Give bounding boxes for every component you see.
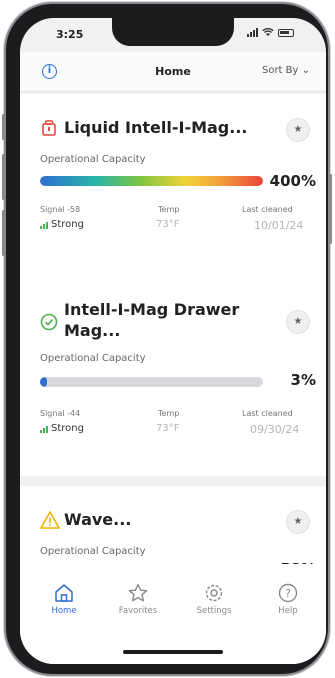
- capacity-bar-fill: [40, 176, 263, 186]
- signal-strength-text: Strong: [51, 423, 84, 434]
- last-cleaned-value: 10/01/24: [254, 219, 304, 232]
- tab-help[interactable]: ? Help: [258, 582, 318, 616]
- help-icon: ?: [278, 583, 298, 603]
- signal-strength-text: Strong: [51, 219, 84, 230]
- device-name: Wave...: [64, 510, 132, 529]
- device-name: Intell-I-Mag Drawer Mag...: [64, 300, 240, 340]
- svg-text:?: ?: [285, 587, 291, 600]
- battery-icon: [278, 28, 294, 37]
- power-button: [329, 174, 332, 244]
- capacity-label: Operational Capacity: [40, 353, 146, 364]
- temp-value: 73°F: [156, 423, 180, 434]
- bottom-tab-bar: Home Favorites Settings ? Help: [20, 564, 326, 664]
- temp-label: Temp: [158, 409, 180, 418]
- app-header: i Home Sort By ⌄: [20, 52, 326, 92]
- favorite-star-button[interactable]: ★: [286, 310, 310, 334]
- alert-icon: [42, 120, 56, 136]
- check-circle-icon: [40, 313, 58, 331]
- tab-home[interactable]: Home: [34, 582, 94, 616]
- warning-icon: [40, 511, 60, 529]
- device-name: Liquid Intell-I-Mag...: [64, 118, 248, 137]
- signal-label: Signal -44: [40, 409, 81, 418]
- temp-value: 73°F: [156, 219, 180, 230]
- home-icon: [55, 584, 73, 602]
- tab-label: Favorites: [118, 606, 158, 616]
- status-time: 3:25: [56, 28, 84, 41]
- capacity-label: Operational Capacity: [40, 154, 146, 165]
- signal-strength: Strong: [40, 423, 84, 434]
- tab-label: Help: [278, 606, 298, 616]
- sort-by-button[interactable]: Sort By ⌄: [262, 65, 310, 76]
- signal-strength: Strong: [40, 219, 84, 230]
- tab-favorites[interactable]: Favorites: [108, 582, 168, 616]
- device-card[interactable]: Liquid Intell-I-Mag... ★ Operational Cap…: [20, 94, 326, 280]
- last-cleaned-value: 09/30/24: [250, 423, 300, 436]
- wifi-icon: [262, 28, 274, 36]
- capacity-bar: [40, 377, 263, 387]
- gear-icon: [205, 584, 223, 602]
- tab-label: Home: [51, 606, 77, 616]
- volume-up-button: [2, 154, 5, 200]
- star-icon: [128, 583, 148, 602]
- capacity-bar-fill: [40, 377, 47, 387]
- signal-label: Signal -58: [40, 205, 81, 214]
- last-cleaned-label: Last cleaned: [242, 205, 293, 214]
- capacity-percent: 400%: [269, 172, 316, 190]
- volume-down-button: [2, 210, 5, 256]
- home-indicator: [123, 650, 223, 654]
- phone-frame: 3:25 i Home Sort By ⌄ Liquid Intell-I-Ma…: [2, 4, 332, 674]
- temp-label: Temp: [158, 205, 180, 214]
- signal-bars-icon: [40, 424, 48, 433]
- favorite-star-button[interactable]: ★: [286, 510, 310, 534]
- notch: [112, 18, 234, 46]
- screen: 3:25 i Home Sort By ⌄ Liquid Intell-I-Ma…: [20, 18, 326, 664]
- favorite-star-button[interactable]: ★: [286, 118, 310, 142]
- cellular-signal-icon: [247, 28, 258, 37]
- capacity-percent: 3%: [290, 371, 316, 389]
- tab-settings[interactable]: Settings: [184, 582, 244, 616]
- signal-bars-icon: [40, 220, 48, 229]
- device-card[interactable]: Intell-I-Mag Drawer Mag... ★ Operational…: [20, 280, 326, 476]
- capacity-bar: [40, 176, 263, 186]
- mute-switch: [2, 114, 5, 140]
- capacity-label: Operational Capacity: [40, 546, 146, 557]
- status-icons: [247, 28, 294, 37]
- tab-label: Settings: [196, 606, 232, 616]
- last-cleaned-label: Last cleaned: [242, 409, 293, 418]
